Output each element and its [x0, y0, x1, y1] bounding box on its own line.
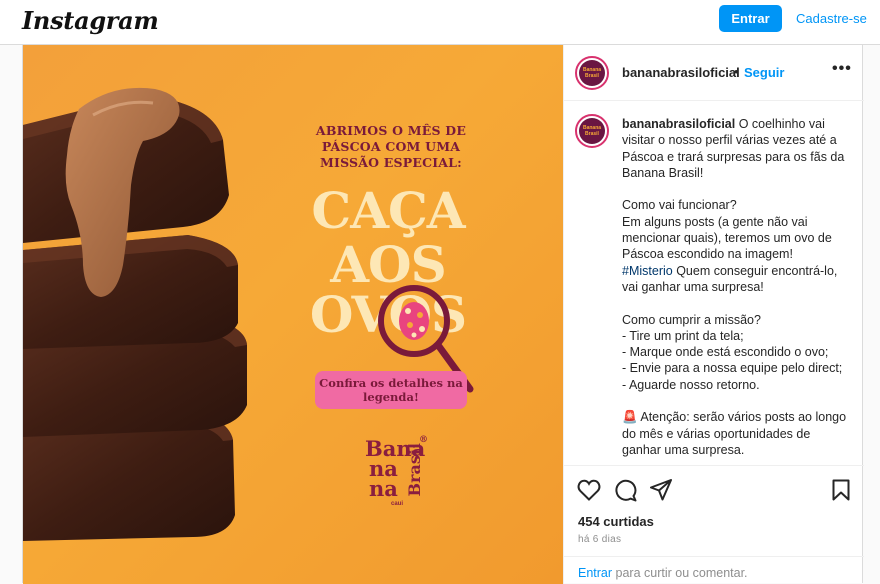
alert-emoji: 🚨: [622, 410, 638, 425]
likes-count[interactable]: 454 curtidas: [578, 514, 654, 529]
post-timestamp: há 6 dias: [578, 534, 622, 545]
post-actions: 454 curtidas há 6 dias Entrar para curti…: [564, 465, 864, 583]
instagram-logo[interactable]: Instagram: [22, 6, 159, 35]
hashtag-link[interactable]: #Misterio: [622, 264, 673, 278]
banana-brasil-brand-logo: Bana na na Brasil ® caui: [365, 435, 428, 507]
avatar[interactable]: Banana Brasil: [575, 56, 609, 90]
details-pill: Confira os detalhes na legenda!: [315, 371, 467, 409]
signup-link[interactable]: Cadastre-se: [796, 11, 867, 26]
image-title-line-1: CAÇA: [311, 181, 465, 240]
send-icon[interactable]: [650, 479, 672, 501]
post-sidebar: Banana Brasil bananabrasiloficial • Segu…: [563, 45, 864, 584]
caption-avatar[interactable]: Banana Brasil: [575, 114, 609, 148]
chocolate-stack-illustration: [23, 87, 247, 541]
separator-dot: •: [734, 64, 739, 79]
post-caption: bananabrasiloficial O coelhinho vai visi…: [622, 117, 850, 457]
caption-scroll-area[interactable]: Banana Brasil bananabrasiloficial O coel…: [564, 102, 864, 464]
post-header: Banana Brasil bananabrasiloficial • Segu…: [564, 45, 864, 101]
follow-button[interactable]: Seguir: [744, 65, 784, 80]
bookmark-icon[interactable]: [832, 479, 850, 501]
post-author-username[interactable]: bananabrasiloficial: [622, 65, 740, 80]
comment-login-link[interactable]: Entrar: [578, 566, 612, 580]
post-card: ABRIMOS O MÊS DE PÁSCOA COM UMA MISSÃO E…: [22, 44, 864, 584]
comment-icon[interactable]: [614, 479, 637, 502]
comment-login-prompt: Entrar para curtir ou comentar.: [564, 556, 864, 584]
heart-icon[interactable]: [577, 479, 601, 501]
top-navigation-bar: Instagram Entrar Cadastre-se: [0, 0, 880, 45]
image-headline: ABRIMOS O MÊS DE PÁSCOA COM UMA MISSÃO E…: [315, 123, 467, 170]
login-button[interactable]: Entrar: [719, 5, 782, 32]
more-options-icon[interactable]: •••: [832, 60, 852, 78]
post-image[interactable]: ABRIMOS O MÊS DE PÁSCOA COM UMA MISSÃO E…: [23, 45, 563, 584]
caption-username[interactable]: bananabrasiloficial: [622, 117, 735, 131]
